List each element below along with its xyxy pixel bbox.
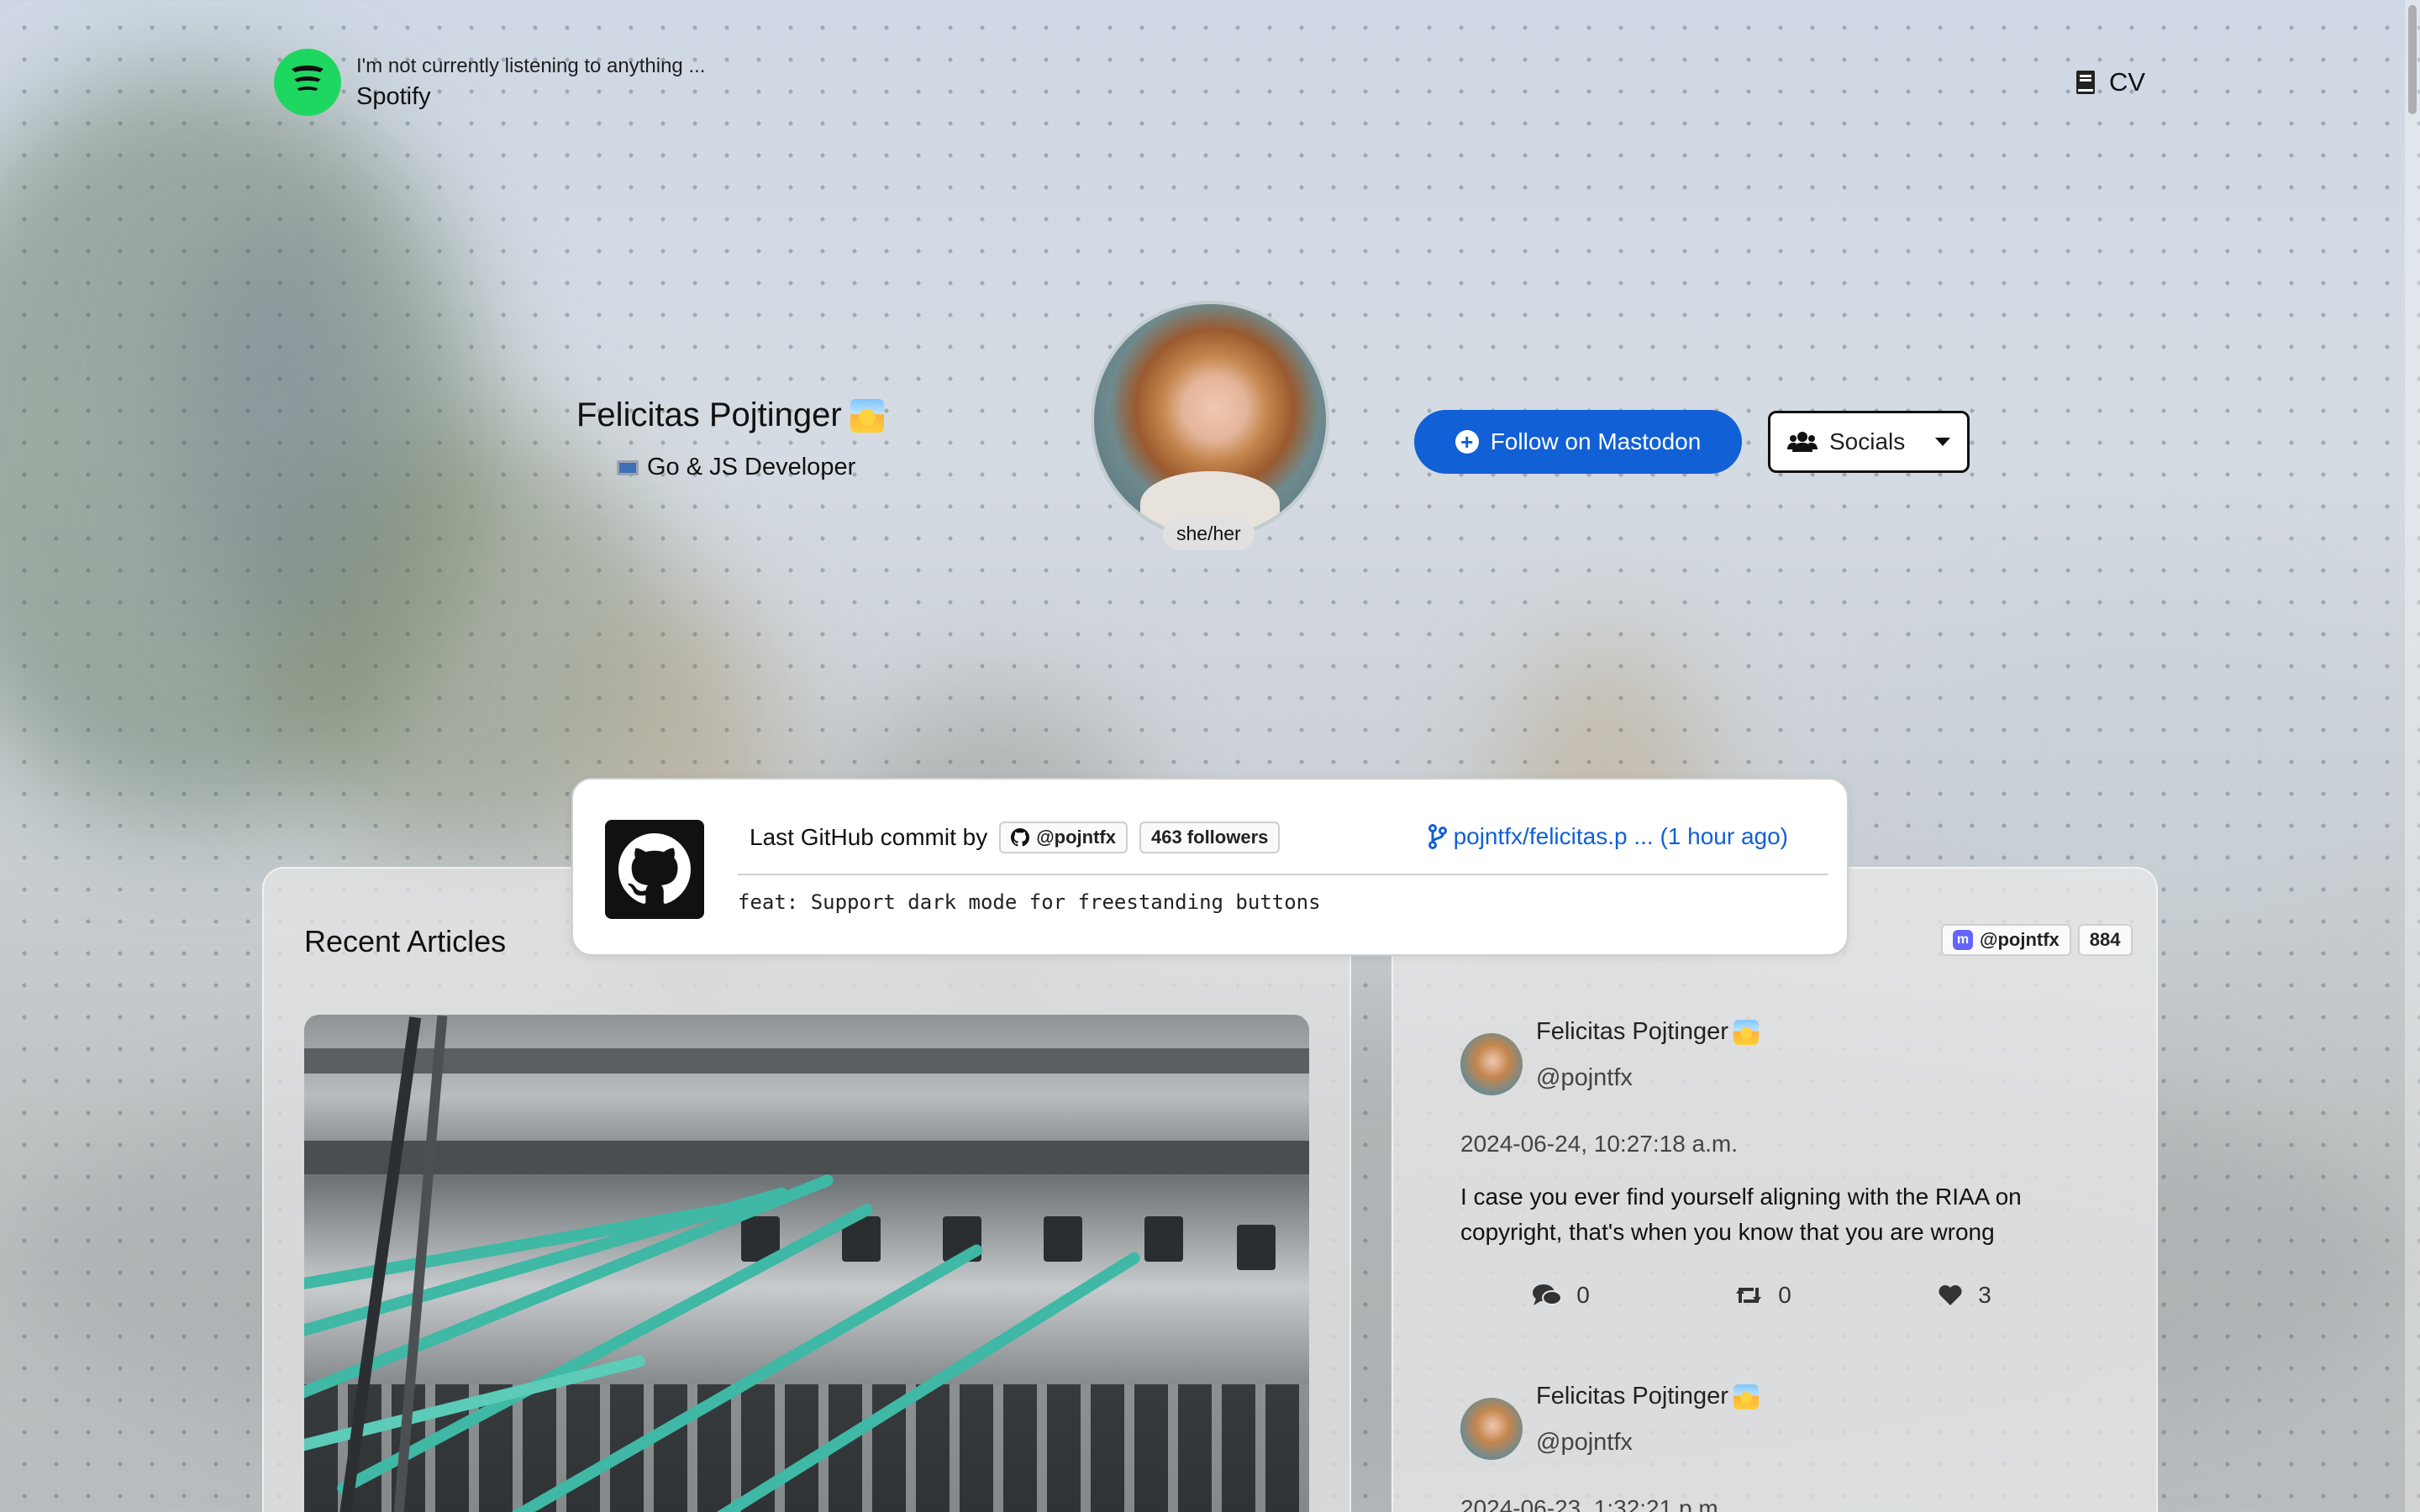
github-repo-text: pojntfx/felicitas.p ... (1 hour ago) [1453,823,1788,849]
sunrise-emoji-icon [850,398,884,433]
github-logo-icon[interactable] [605,820,704,919]
mastodon-handle-tag[interactable]: m @pojntfx [1941,924,2071,956]
post-text: I case you ever find yourself aligning w… [1460,1179,2065,1250]
github-commit-message: feat: Support dark mode for freestanding… [738,890,1321,914]
post-handle: @pojntfx [1536,1064,1633,1091]
cv-link[interactable]: CV [2075,67,2145,97]
post-date: 2024-06-24, 10:27:18 a.m. [1460,1131,1739,1157]
spotify-icon [274,49,341,116]
post-actions: 0 0 3 [1460,1282,2065,1309]
github-username: @pojntfx [1036,827,1116,848]
chevron-down-icon [1935,438,1950,446]
profile-role-text: Go & JS Developer [647,454,856,480]
retweet-icon [1736,1288,1762,1303]
spotify-label: Spotify [356,82,431,110]
boost-button[interactable]: 0 [1662,1282,1864,1309]
github-commit-header: Last GitHub commit by @pojntfx 463 follo… [750,822,1281,853]
like-count: 3 [1978,1282,1991,1308]
github-commit-card: Last GitHub commit by @pojntfx 463 follo… [571,778,1849,956]
page-scrollbar[interactable] [2405,0,2420,1512]
profile-name-text: Felicitas Pojtinger [576,396,842,433]
plus-circle-icon: + [1455,430,1479,454]
git-branch-icon [1428,824,1447,849]
cv-label: CV [2109,67,2146,97]
github-user-tag[interactable]: @pojntfx [999,822,1128,853]
comments-icon [1533,1284,1562,1305]
post-avatar [1460,1398,1523,1460]
post-avatar [1460,1033,1523,1095]
heart-icon [1939,1285,1962,1305]
laptop-emoji-icon [617,459,639,475]
mastodon-count-tag: 884 [2077,924,2133,956]
post-text-line: copyright, that's when you know that you… [1460,1219,1995,1245]
spotify-status: I'm not currently listening to anything … [356,54,706,77]
boost-count: 0 [1778,1282,1791,1308]
divider [738,874,1828,875]
follow-mastodon-label: Follow on Mastodon [1490,428,1702,454]
users-icon [1787,432,1818,452]
post-handle: @pojntfx [1536,1429,1633,1456]
mastodon-icon: m [1953,930,1973,950]
mastodon-badge[interactable]: m @pojntfx 884 [1941,924,2133,956]
pronouns-badge: she/her [1163,517,1255,550]
profile-avatar [1091,301,1329,539]
post-date: 2024-06-23, 1:32:21 p.m. [1460,1495,1725,1512]
recent-articles-panel: Recent Articles [262,867,1351,1512]
socials-label: Socials [1829,428,1906,454]
post-author-name: Felicitas Pojtinger [1536,1383,1728,1410]
book-icon [2076,71,2095,94]
socials-dropdown[interactable]: Socials [1768,411,1970,473]
spotify-widget[interactable]: I'm not currently listening to anything … [274,49,705,116]
profile-role: Go & JS Developer [617,454,855,481]
recent-articles-title: Recent Articles [304,924,507,958]
github-commit-title: Last GitHub commit by [750,824,988,850]
sunrise-emoji-icon [1733,1019,1759,1045]
post-author: Felicitas Pojtinger [1536,1383,1759,1410]
scrollbar-thumb[interactable] [2408,5,2417,114]
reply-button[interactable]: 0 [1460,1282,1662,1309]
article-image[interactable] [304,1015,1309,1512]
post-author-name: Felicitas Pojtinger [1536,1018,1728,1045]
reply-count: 0 [1576,1282,1590,1308]
github-repo-link[interactable]: pojntfx/felicitas.p ... (1 hour ago) [1428,823,1788,850]
profile-name: Felicitas Pojtinger [576,396,884,434]
github-followers-tag[interactable]: 463 followers [1139,822,1281,853]
mastodon-post[interactable]: Felicitas Pojtinger @pojntfx 2024-06-24,… [1460,1018,2065,1309]
like-button[interactable]: 3 [1864,1282,2065,1309]
post-author: Felicitas Pojtinger [1536,1018,1759,1046]
mastodon-post[interactable]: Felicitas Pojtinger @pojntfx 2024-06-23,… [1460,1383,2065,1512]
mastodon-feed-panel: m @pojntfx 884 Felicitas Pojtinger @pojn… [1392,867,2158,1512]
follow-mastodon-button[interactable]: + Follow on Mastodon [1414,410,1742,474]
mastodon-handle: @pojntfx [1980,929,2060,950]
github-icon [1011,828,1030,847]
sunrise-emoji-icon [1733,1383,1759,1410]
post-text-line: I case you ever find yourself aligning w… [1460,1184,2022,1210]
